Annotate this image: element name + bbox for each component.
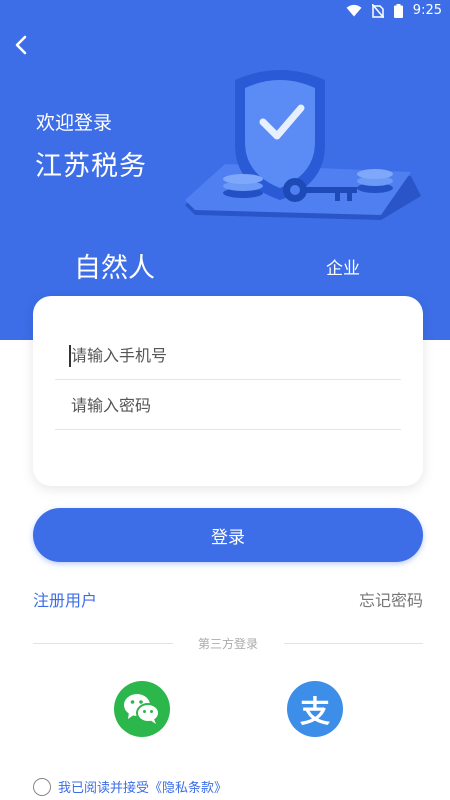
forgot-password-link[interactable]: 忘记密码	[359, 587, 423, 611]
phone-field	[55, 332, 401, 380]
password-field	[55, 382, 401, 430]
register-link[interactable]: 注册用户	[33, 587, 97, 611]
status-time: 9:25	[412, 3, 442, 18]
battery-icon	[393, 3, 403, 18]
divider-left	[33, 643, 173, 644]
tab-personal[interactable]: 自然人	[74, 246, 155, 285]
agreement-row: 我已阅读并接受《隐私条款》	[33, 777, 227, 796]
shield-key-illustration	[185, 70, 421, 220]
login-button[interactable]: 登录	[33, 508, 423, 562]
back-button[interactable]	[6, 30, 36, 60]
alipay-icon: 支	[300, 695, 330, 730]
status-bar: 9:25	[0, 0, 450, 24]
password-input[interactable]	[55, 396, 401, 415]
wechat-icon	[124, 694, 160, 724]
welcome-text: 欢迎登录	[36, 112, 113, 134]
wechat-login-button[interactable]	[114, 681, 170, 737]
agree-radio[interactable]	[33, 777, 51, 796]
agreement-text[interactable]: 我已阅读并接受《隐私条款》	[58, 777, 227, 796]
third-party-label: 第三方登录	[197, 637, 258, 651]
text-caret	[69, 345, 71, 367]
divider-right	[284, 643, 423, 644]
login-form-card	[33, 296, 423, 486]
alipay-login-button[interactable]: 支	[287, 681, 343, 737]
phone-input[interactable]	[55, 346, 401, 365]
chevron-left-icon	[15, 35, 27, 55]
no-sim-icon	[371, 3, 384, 18]
wifi-icon	[346, 4, 362, 17]
tab-company[interactable]: 企业	[326, 254, 360, 279]
app-title: 江苏税务	[35, 151, 147, 182]
